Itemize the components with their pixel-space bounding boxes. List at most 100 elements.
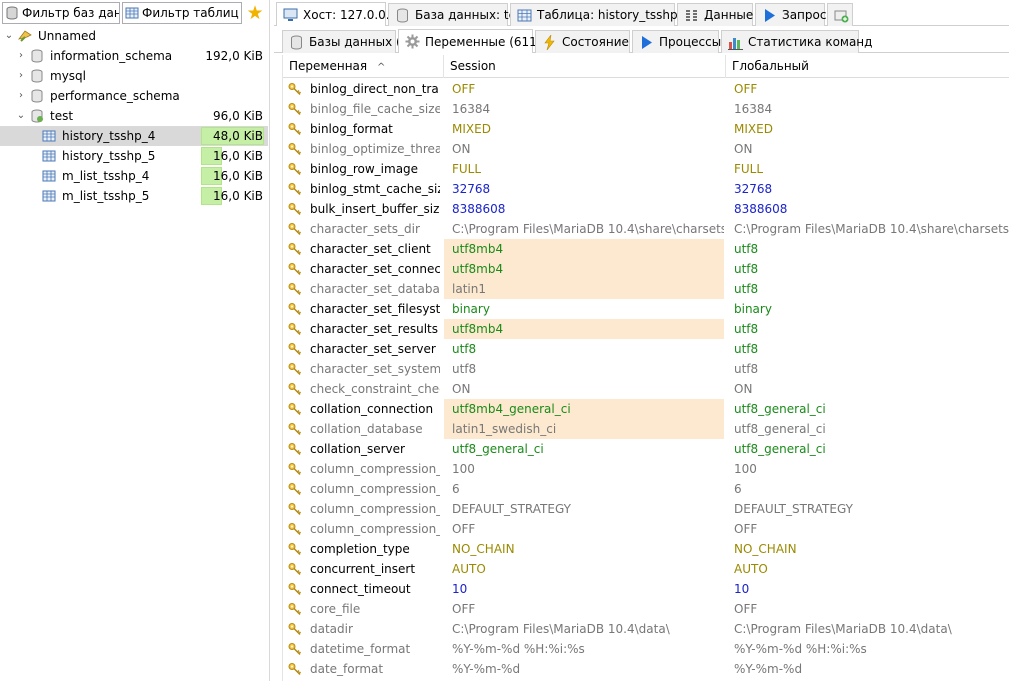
tab-data-grid-3[interactable]: Данные [677,3,753,26]
database-filter-input[interactable]: Фильтр баз данных [2,2,120,24]
variable-name-cell[interactable]: bulk_insert_buffer_size [283,199,443,219]
variable-name-cell[interactable]: character_set_connecti... [283,259,443,279]
table-row[interactable]: binlog_optimize_threa... ON ON [283,139,1009,159]
global-value-cell[interactable]: %Y-%m-%d %H:%i:%s [726,639,1009,659]
table-row[interactable]: character_set_results utf8mb4 utf8 [283,319,1009,339]
session-value-cell[interactable]: latin1_swedish_ci [444,419,724,439]
tab-host-0[interactable]: Хост: 127.0.0.1 [276,2,397,26]
table-row[interactable]: column_compression_... DEFAULT_STRATEGY DE… [283,499,1009,519]
table-row[interactable]: character_set_server utf8 utf8 [283,339,1009,359]
global-value-cell[interactable]: ON [726,379,1009,399]
chevron-down-icon[interactable]: ⌄ [4,31,14,41]
variable-name-cell[interactable]: connect_timeout [283,579,443,599]
variable-name-cell[interactable]: datetime_format [283,639,443,659]
table-row[interactable]: binlog_direct_non_tra... OFF OFF [283,79,1009,99]
table-row[interactable]: column_compression_... OFF OFF [283,519,1009,539]
tab-database-0[interactable]: Базы данных (4) [282,30,413,53]
variable-name-cell[interactable]: character_sets_dir [283,219,443,239]
variable-name-cell[interactable]: binlog_row_image [283,159,443,179]
session-value-cell[interactable]: %Y-%m-%d [444,659,724,679]
global-value-cell[interactable]: ON [726,139,1009,159]
session-value-cell[interactable]: OFF [444,79,724,99]
global-value-cell[interactable]: DEFAULT_STRATEGY [726,499,1009,519]
session-value-cell[interactable]: OFF [444,599,724,619]
tree-item-Unnamed[interactable]: ⌄ Unnamed [0,26,268,46]
table-row[interactable]: datetime_format %Y-%m-%d %H:%i:%s %Y-%m-%d… [283,639,1009,659]
global-value-cell[interactable]: utf8_general_ci [726,399,1009,419]
tree-item-performance-schema[interactable]: › performance_schema [0,86,268,106]
variable-name-cell[interactable]: collation_connection [283,399,443,419]
variable-name-cell[interactable]: check_constraint_chec... [283,379,443,399]
variable-name-cell[interactable]: binlog_file_cache_size [283,99,443,119]
variable-name-cell[interactable]: concurrent_insert [283,559,443,579]
table-filter-input[interactable]: Фильтр таблиц [122,2,242,24]
session-value-cell[interactable]: 32768 [444,179,724,199]
column-header-variable[interactable]: Переменная ^ [283,55,444,78]
global-value-cell[interactable]: MIXED [726,119,1009,139]
variable-name-cell[interactable]: collation_database [283,419,443,439]
global-value-cell[interactable]: C:\Program Files\MariaDB 10.4\data\ [726,619,1009,639]
table-row[interactable]: column_compression_... 100 100 [283,459,1009,479]
table-row[interactable]: date_format %Y-%m-%d %Y-%m-%d [283,659,1009,679]
global-value-cell[interactable]: utf8 [726,239,1009,259]
session-value-cell[interactable]: NO_CHAIN [444,539,724,559]
session-value-cell[interactable]: AUTO [444,559,724,579]
global-value-cell[interactable]: AUTO [726,559,1009,579]
table-row[interactable]: binlog_file_cache_size 16384 16384 [283,99,1009,119]
table-row[interactable]: binlog_format MIXED MIXED [283,119,1009,139]
global-value-cell[interactable]: OFF [726,599,1009,619]
table-row[interactable]: character_set_connecti... utf8mb4utf8 [283,259,1009,279]
variable-name-cell[interactable]: column_compression_... [283,499,443,519]
variable-name-cell[interactable]: binlog_optimize_threa... [283,139,443,159]
tree-item-history-tsshp-5[interactable]: history_tsshp_5 16,0 KiB [0,146,268,166]
variable-name-cell[interactable]: date_format [283,659,443,679]
chevron-right-icon[interactable]: › [16,91,26,101]
session-value-cell[interactable]: 6 [444,479,724,499]
table-row[interactable]: collation_database latin1_swedish_ci utf8_… [283,419,1009,439]
session-value-cell[interactable]: %Y-%m-%d %H:%i:%s [444,639,724,659]
variable-name-cell[interactable]: completion_type [283,539,443,559]
variable-name-cell[interactable]: character_set_client [283,239,443,259]
chevron-right-icon[interactable]: › [16,71,26,81]
global-value-cell[interactable]: OFF [726,79,1009,99]
variable-name-cell[interactable]: character_set_results [283,319,443,339]
tab-table-2[interactable]: Таблица: history_tsshp_4 [510,3,691,26]
table-row[interactable]: bulk_insert_buffer_size 8388608 8388608 [283,199,1009,219]
table-row[interactable]: character_set_database latin1 utf8 [283,279,1009,299]
tab-gear-1[interactable]: Переменные (611) [398,29,541,53]
session-value-cell[interactable]: ON [444,379,724,399]
table-row[interactable]: core_file OFF OFF [283,599,1009,619]
table-row[interactable]: completion_type NO_CHAIN NO_CHAIN [283,539,1009,559]
global-value-cell[interactable]: 8388608 [726,199,1009,219]
global-value-cell[interactable]: utf8 [726,259,1009,279]
session-value-cell[interactable]: DEFAULT_STRATEGY [444,499,724,519]
tree-item-information-schema[interactable]: › information_schema 192,0 KiB [0,46,268,66]
session-value-cell[interactable]: 100 [444,459,724,479]
variable-name-cell[interactable]: column_compression_... [283,479,443,499]
tree-item-test[interactable]: ⌄ test 96,0 KiB [0,106,268,126]
global-value-cell[interactable]: 16384 [726,99,1009,119]
global-value-cell[interactable]: utf8_general_ci [726,439,1009,459]
session-value-cell[interactable]: 8388608 [444,199,724,219]
global-value-cell[interactable]: 100 [726,459,1009,479]
global-value-cell[interactable]: 32768 [726,179,1009,199]
table-row[interactable]: binlog_stmt_cache_size 32768 32768 [283,179,1009,199]
table-row[interactable]: collation_connection utf8mb4_general_ci ut… [283,399,1009,419]
column-header-global[interactable]: Глобальный [726,55,1009,78]
tab-play-3[interactable]: Процессы [632,30,721,53]
tree-item-m-list-tsshp-5[interactable]: m_list_tsshp_5 16,0 KiB [0,186,268,206]
chevron-right-icon[interactable]: › [16,51,26,61]
chevron-down-icon[interactable]: ⌄ [16,111,26,121]
global-value-cell[interactable]: OFF [726,519,1009,539]
global-value-cell[interactable]: utf8 [726,359,1009,379]
global-value-cell[interactable]: C:\Program Files\MariaDB 10.4\share\char… [726,219,1009,239]
table-row[interactable]: character_set_system utf8 utf8 [283,359,1009,379]
session-value-cell[interactable]: utf8 [444,359,724,379]
global-value-cell[interactable]: 6 [726,479,1009,499]
variable-name-cell[interactable]: binlog_format [283,119,443,139]
variable-name-cell[interactable]: column_compression_... [283,459,443,479]
variable-name-cell[interactable]: datadir [283,619,443,639]
favorites-star-icon[interactable]: ★ [244,3,266,23]
table-row[interactable]: character_set_client utf8mb4 utf8 [283,239,1009,259]
tree-item-mysql[interactable]: › mysql [0,66,268,86]
